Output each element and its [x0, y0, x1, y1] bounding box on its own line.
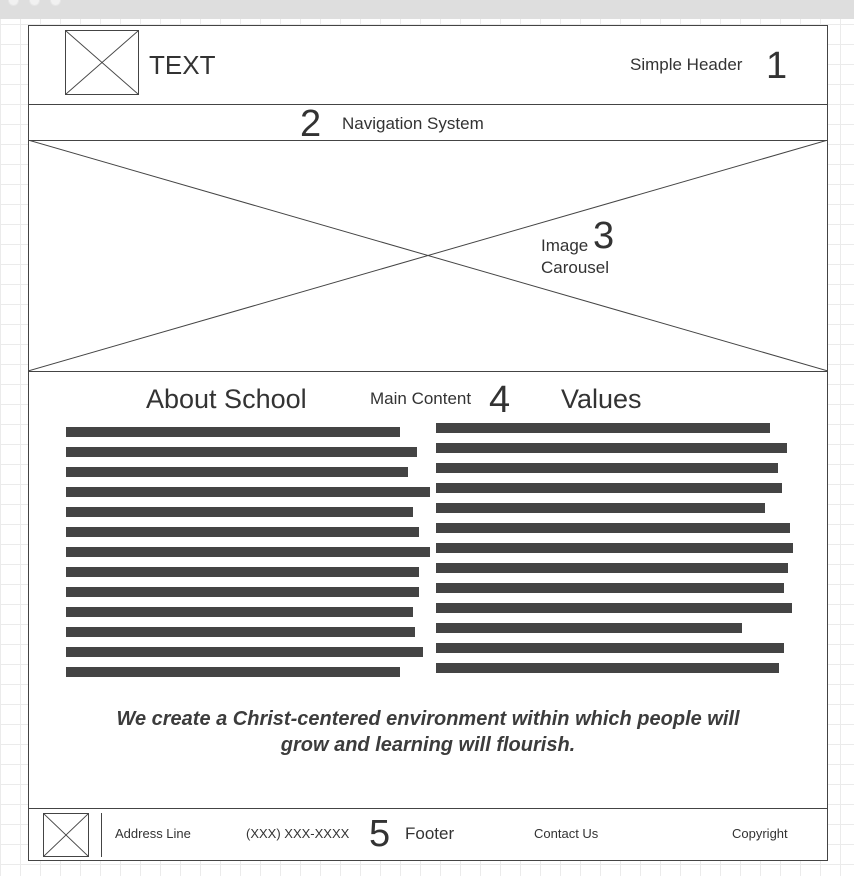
text-line-placeholder [66, 507, 413, 517]
main-section-number: 4 [489, 379, 511, 421]
mission-statement-line1: We create a Christ-centered environment … [116, 708, 740, 730]
text-line-placeholder [66, 667, 400, 677]
text-line-placeholder [66, 647, 423, 657]
text-line-placeholder [66, 427, 400, 437]
footer-copyright: Copyright [732, 826, 788, 841]
text-line-placeholder [436, 483, 782, 493]
footer-logo-placeholder [43, 813, 89, 857]
footer-address: Address Line [115, 826, 191, 841]
mission-statement-line2: grow and learning will flourish. [280, 734, 576, 756]
about-school-heading: About School [146, 384, 307, 414]
placeholder-image-icon [66, 31, 138, 94]
footer-contact-link[interactable]: Contact Us [534, 826, 598, 842]
text-line-placeholder [66, 567, 419, 577]
text-line-placeholder [436, 443, 787, 453]
header-logo-text: TEXT [149, 50, 216, 80]
text-line-placeholder [436, 503, 765, 513]
carousel-placeholder-icon [28, 140, 828, 371]
footer-divider [28, 808, 828, 809]
window-maximize-dot[interactable] [50, 0, 61, 6]
text-line-placeholder [66, 447, 417, 457]
footer-vertical-divider [101, 813, 102, 857]
carousel-divider [28, 371, 828, 372]
text-line-placeholder [66, 587, 419, 597]
text-line-placeholder [436, 543, 793, 553]
text-line-placeholder [66, 527, 419, 537]
text-line-placeholder [436, 583, 784, 593]
text-line-placeholder [436, 523, 790, 533]
text-line-placeholder [66, 467, 408, 477]
carousel-label-line2: Carousel [541, 258, 610, 277]
header-label: Simple Header [630, 55, 743, 74]
image-carousel[interactable] [28, 140, 828, 371]
nav-section-number: 2 [300, 103, 322, 145]
footer-phone: (XXX) XXX-XXXX [246, 826, 350, 841]
text-line-placeholder [66, 607, 413, 617]
window-titlebar [0, 0, 854, 19]
text-line-placeholder [436, 563, 788, 573]
header-logo-placeholder [65, 30, 139, 95]
text-line-placeholder [436, 603, 792, 613]
footer-section-number: 5 [369, 813, 391, 855]
text-line-placeholder [66, 627, 415, 637]
nav-label[interactable]: Navigation System [342, 114, 484, 134]
values-heading: Values [561, 384, 642, 414]
header-divider [28, 104, 828, 105]
text-line-placeholder [436, 463, 778, 473]
header-section-number: 1 [766, 45, 788, 87]
window-close-dot[interactable] [8, 0, 19, 6]
main-content-label: Main Content [370, 389, 472, 408]
text-line-placeholder [436, 623, 742, 633]
text-line-placeholder [66, 547, 430, 557]
text-line-placeholder [436, 663, 779, 673]
mission-statement: We create a Christ-centered environment … [28, 706, 828, 758]
placeholder-image-icon [44, 814, 88, 856]
text-line-placeholder [66, 487, 430, 497]
text-line-placeholder [436, 643, 784, 653]
window-minimize-dot[interactable] [29, 0, 40, 6]
footer-label: Footer [405, 824, 455, 843]
carousel-label-line1: Image [541, 236, 589, 255]
text-line-placeholder [436, 423, 770, 433]
carousel-section-number: 3 [593, 215, 615, 257]
